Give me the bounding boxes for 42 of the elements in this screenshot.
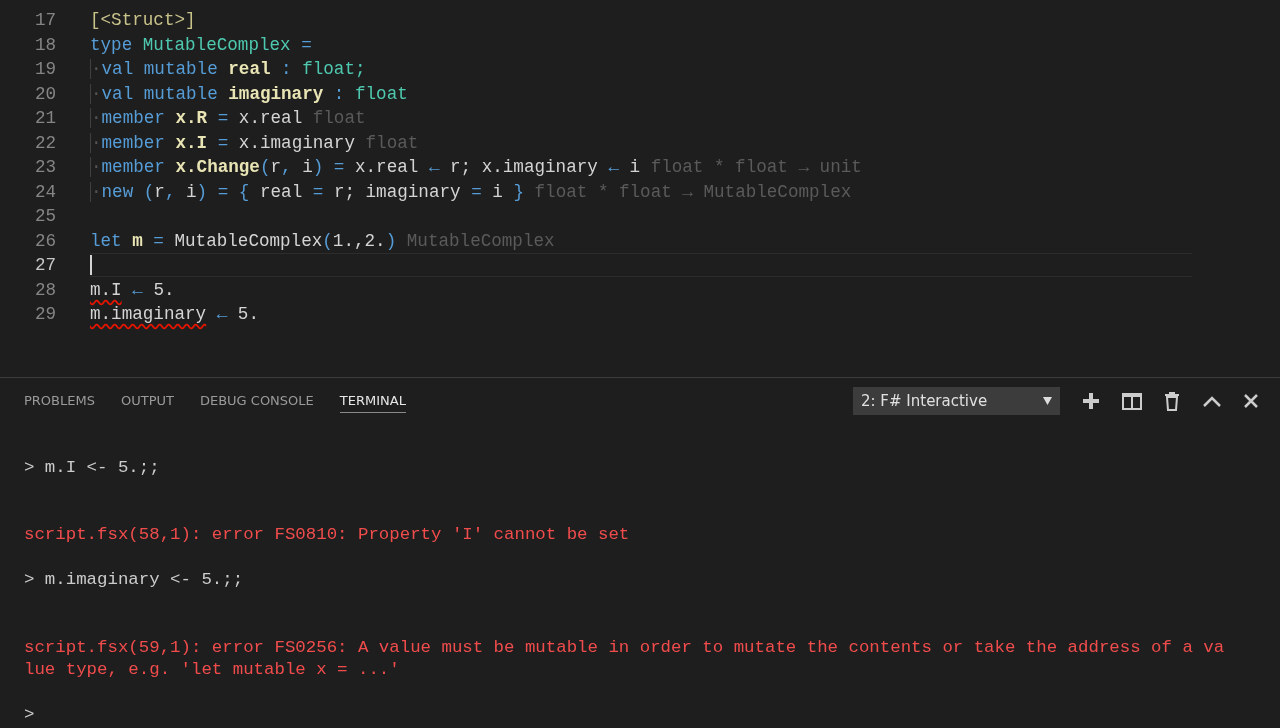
plus-icon[interactable]	[1082, 392, 1100, 410]
terminal-dropdown[interactable]: 2: F# Interactive	[853, 387, 1060, 415]
split-icon[interactable]	[1122, 392, 1142, 410]
close-icon[interactable]	[1244, 394, 1258, 408]
line-number: 29	[33, 304, 56, 325]
error-message: lue type, e.g. 'let mutable x = ...'	[24, 659, 401, 681]
panel-tab[interactable]: TERMINAL	[339, 389, 406, 413]
line-number: 22	[33, 132, 56, 153]
caret-icon	[1043, 397, 1052, 405]
error-message: script.fsx(59,1): error FS0256: A value must be mutable in order to mutate the contents or take the address of a va	[24, 636, 1226, 659]
terminal-text: >	[24, 704, 36, 726]
terminal-text: > m.imaginary <- 5.;;	[24, 569, 245, 591]
code-line: m.imaginary ← 5.	[90, 304, 259, 325]
line-number: 26	[33, 230, 56, 251]
text-cursor	[90, 255, 92, 276]
line-number: 21	[33, 108, 56, 129]
code-line: ·member x.I = x.imaginary float	[90, 132, 419, 153]
panel-tab[interactable]: DEBUG CONSOLE	[199, 389, 314, 413]
line-number: 27	[33, 255, 56, 276]
code-line: [<Struct>]	[90, 10, 196, 31]
trash-icon[interactable]	[1164, 391, 1180, 411]
line-number: 25	[33, 206, 56, 227]
terminal-text: > m.I <- 5.;;	[24, 456, 161, 479]
code-line: type MutableComplex =	[90, 34, 312, 55]
error-message: script.fsx(58,1): error FS0810: Property 'I' cannot be set	[24, 524, 631, 546]
panel-tab[interactable]: PROBLEMS	[24, 389, 95, 413]
line-number: 24	[33, 181, 56, 202]
line-number: 20	[33, 83, 56, 104]
code-line: let m = MutableComplex(1.,2.) MutableComplex	[90, 230, 555, 251]
line-number: 18	[33, 34, 56, 55]
line-number: 23	[33, 157, 56, 178]
code-line: ·new (r, i) = { real = r; imaginary = i } float * float → MutableComplex	[90, 181, 852, 202]
line-number: 19	[33, 59, 56, 80]
code-line: m.I ← 5.	[90, 279, 175, 300]
chevron-up-icon[interactable]	[1202, 395, 1222, 407]
line-number: 17	[33, 10, 56, 31]
code-line: ·member x.R = x.real float	[90, 108, 366, 129]
panel-tab[interactable]: OUTPUT	[120, 389, 174, 413]
line-number: 28	[33, 279, 56, 300]
code-line: ·val mutable imaginary : float	[90, 83, 408, 104]
code-line: ·member x.Change(r, i) = x.real ← r; x.imaginary ← i float * float → unit	[90, 157, 862, 178]
code-line: ·val mutable real : float;	[90, 59, 366, 80]
